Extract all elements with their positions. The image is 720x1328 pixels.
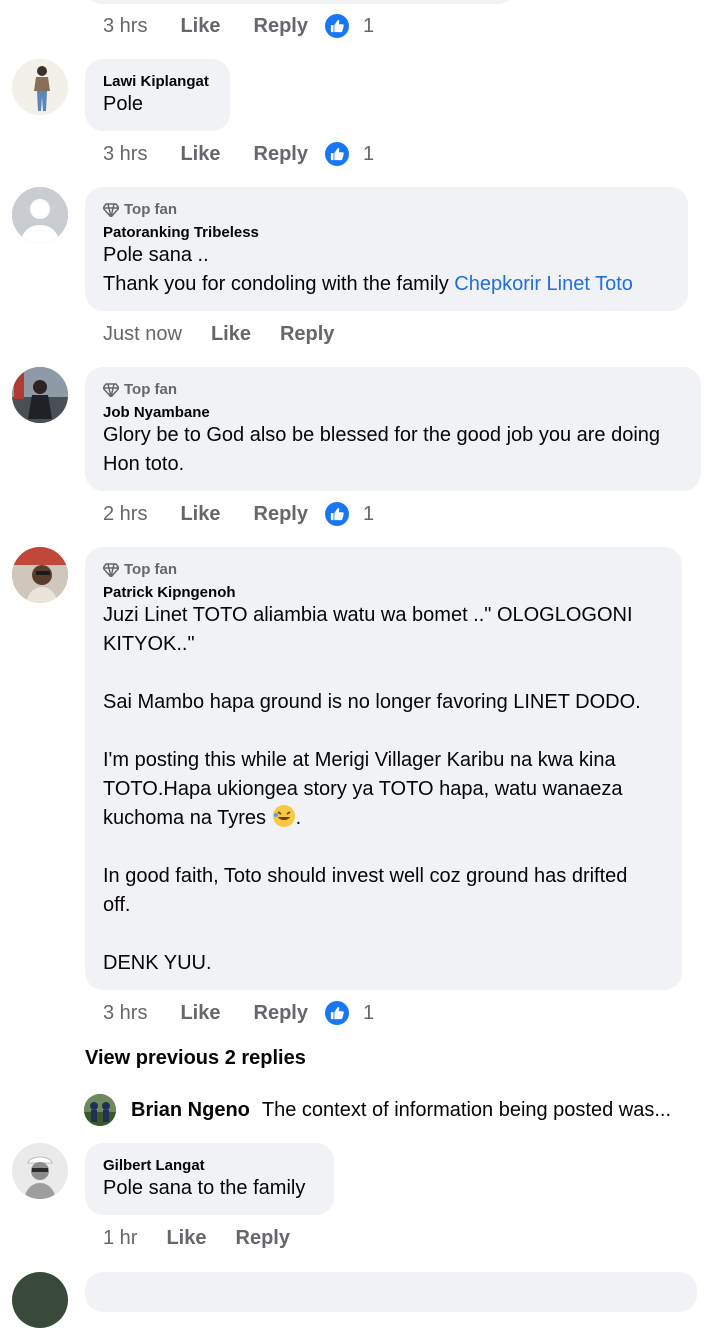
comment-text: Sai Mambo hapa ground is no longer favor…	[103, 691, 641, 713]
comment-time: 3 hrs	[103, 142, 148, 165]
comment-time: 1 hr	[103, 1226, 138, 1249]
reaction-count[interactable]: 1	[363, 143, 374, 166]
comment-time: 2 hrs	[103, 502, 148, 525]
view-previous-replies-link[interactable]: View previous 2 replies	[85, 1047, 306, 1070]
comment-actions: Just now Like Reply	[103, 319, 334, 349]
reaction-count[interactable]: 1	[363, 15, 374, 38]
comment-author[interactable]: Gilbert Langat	[103, 1157, 205, 1174]
comment-text: Pole sana to the family	[103, 1177, 306, 1199]
like-reaction-icon[interactable]	[324, 142, 349, 166]
diamond-icon	[103, 382, 119, 397]
top-fan-badge: Top fan	[103, 201, 177, 218]
comment-author[interactable]: Job Nyambane	[103, 404, 210, 421]
comment-text: Thank you for condoling with the family …	[103, 270, 674, 299]
like-button[interactable]: Like	[211, 323, 251, 346]
comment-bubble: Top fan Job Nyambane Glory be to God als…	[85, 367, 701, 491]
comment-time: 3 hrs	[103, 14, 148, 37]
avatar[interactable]	[12, 367, 68, 423]
reply-author[interactable]: Brian Ngeno	[131, 1099, 250, 1122]
diamond-icon	[103, 202, 119, 217]
comment-text: DENK YUU.	[103, 952, 212, 974]
reply-button[interactable]: Reply	[254, 15, 308, 38]
comment-bubble: Top fan Patoranking Tribeless Pole sana …	[85, 187, 688, 311]
reply-button[interactable]: Reply	[254, 1002, 308, 1025]
comment-text-part: .	[295, 807, 302, 829]
reaction-count[interactable]: 1	[363, 503, 374, 526]
comment-actions: 3 hrs Like Reply 1	[103, 139, 374, 169]
comment-time: Just now	[103, 322, 182, 345]
diamond-icon	[103, 562, 119, 577]
reply-button[interactable]: Reply	[254, 143, 308, 166]
comment-bubble: Gilbert Langat Pole sana to the family	[85, 1143, 334, 1215]
comment-author[interactable]: Patoranking Tribeless	[103, 224, 259, 241]
top-fan-label: Top fan	[124, 201, 178, 218]
comment-author[interactable]: Patrick Kipngenoh	[103, 584, 236, 601]
avatar[interactable]	[12, 1143, 68, 1199]
comment-time: 3 hrs	[103, 1001, 148, 1024]
previous-comment-bubble	[85, 0, 515, 4]
reply-button[interactable]: Reply	[236, 1227, 290, 1250]
comment-text: Pole sana ..	[103, 244, 209, 266]
comment-text: Juzi Linet TOTO aliambia watu wa bomet .…	[103, 604, 633, 626]
reply-button[interactable]: Reply	[280, 323, 334, 346]
comment-text: Pole	[103, 93, 144, 115]
comment-text: KITYOK.."	[103, 633, 195, 655]
like-button[interactable]: Like	[166, 1227, 206, 1250]
avatar[interactable]	[12, 547, 68, 603]
comment-actions: 2 hrs Like Reply 1	[103, 499, 374, 529]
comment-text: I'm posting this while at Merigi Village…	[103, 749, 616, 771]
top-fan-badge: Top fan	[103, 561, 177, 578]
mention-link[interactable]: Chepkorir Linet Toto	[454, 273, 633, 295]
comment-text-prefix: Thank you for condoling with the family	[103, 273, 455, 295]
like-button[interactable]: Like	[180, 1002, 220, 1025]
comment-text: TOTO.Hapa ukiongea story ya TOTO hapa, w…	[103, 778, 623, 800]
default-avatar-icon[interactable]	[12, 187, 68, 243]
comment-bubble: Top fan Patrick Kipngenoh Juzi Linet TOT…	[85, 547, 682, 990]
like-reaction-icon[interactable]	[324, 502, 349, 526]
like-button[interactable]: Like	[180, 503, 220, 526]
comment-text-part: kuchoma na Tyres	[103, 807, 267, 829]
like-button[interactable]: Like	[180, 143, 220, 166]
comment-text: In good faith, Toto should invest well c…	[103, 865, 628, 887]
reaction-count[interactable]: 1	[363, 1002, 374, 1025]
comment-text: off.	[103, 894, 131, 916]
reply-text: The context of information being posted …	[261, 1098, 672, 1121]
avatar[interactable]	[12, 1272, 68, 1328]
comment-text: Glory be to God also be blessed for the …	[103, 424, 661, 446]
comment-bubble: Lawi Kiplangat Pole	[85, 59, 230, 131]
comment-bubble	[85, 1272, 697, 1312]
reply-button[interactable]: Reply	[254, 503, 308, 526]
avatar[interactable]	[84, 1094, 116, 1126]
like-reaction-icon[interactable]	[324, 1001, 349, 1025]
comment-author[interactable]: Lawi Kiplangat	[103, 73, 209, 90]
top-comment-actions: 3 hrs Like Reply 1	[103, 11, 374, 41]
like-button[interactable]: Like	[180, 15, 220, 38]
top-fan-badge: Top fan	[103, 381, 177, 398]
comment-actions: 1 hr Like Reply	[103, 1223, 290, 1253]
comment-actions: 3 hrs Like Reply 1	[103, 998, 374, 1028]
reply-preview[interactable]: Brian Ngeno The context of information b…	[84, 1094, 714, 1126]
comment-text: kuchoma na Tyres .	[103, 804, 668, 837]
avatar[interactable]	[12, 59, 68, 115]
laughing-emoji-icon	[272, 804, 296, 837]
comment-text: Hon toto.	[103, 453, 185, 475]
top-fan-label: Top fan	[124, 381, 178, 398]
top-fan-label: Top fan	[124, 561, 178, 578]
like-reaction-icon[interactable]	[324, 14, 349, 38]
